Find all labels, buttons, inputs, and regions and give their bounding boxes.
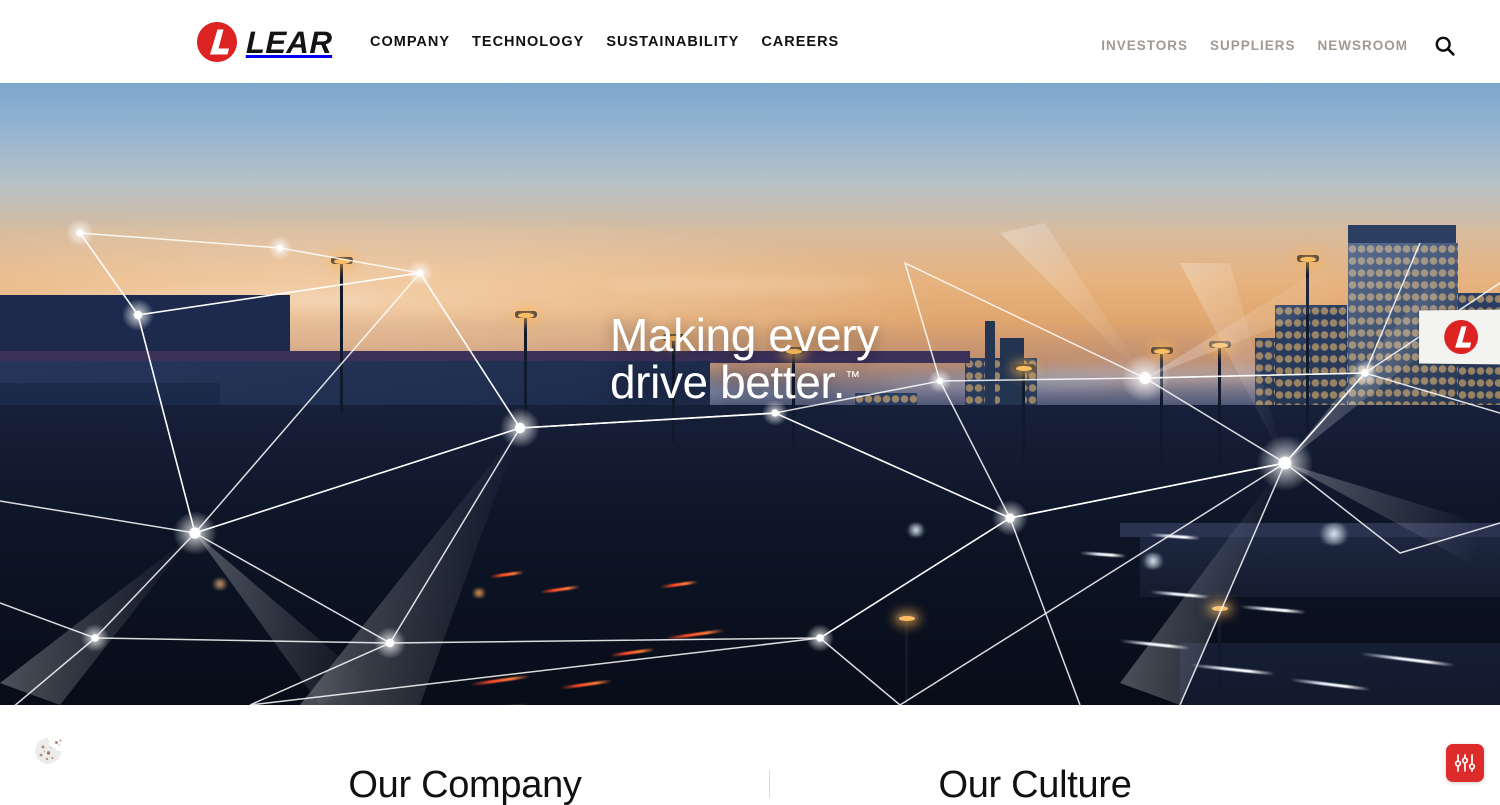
hero-headline-line-2: drive better. bbox=[610, 355, 846, 408]
site-logo-link[interactable]: LEAR bbox=[197, 22, 333, 62]
billboard-lear-l-circle-logo-icon bbox=[1444, 319, 1478, 355]
hero-banner: Making every drive better.™ bbox=[0, 83, 1500, 705]
nav-item-suppliers[interactable]: SUPPLIERS bbox=[1210, 37, 1296, 55]
nav-item-careers[interactable]: CAREERS bbox=[761, 33, 839, 51]
utility-navigation: INVESTORS SUPPLIERS NEWSROOM bbox=[1101, 33, 1458, 59]
trademark-symbol: ™ bbox=[845, 368, 861, 386]
search-icon bbox=[1435, 36, 1455, 56]
lear-l-circle-logo-icon bbox=[197, 22, 237, 62]
nav-item-company[interactable]: COMPANY bbox=[370, 33, 450, 51]
hero-headline-line-1: Making every bbox=[610, 309, 879, 361]
primary-navigation: COMPANY TECHNOLOGY SUSTAINABILITY CAREER… bbox=[370, 33, 839, 51]
cookie-icon bbox=[35, 738, 62, 764]
below-fold-section: Our Company Our Culture bbox=[0, 705, 1500, 805]
nav-item-investors[interactable]: INVESTORS bbox=[1101, 37, 1188, 55]
card-divider bbox=[769, 770, 770, 798]
hero-billboard bbox=[1419, 309, 1500, 365]
feature-card-our-culture[interactable]: Our Culture bbox=[805, 765, 1265, 805]
feature-card-our-company[interactable]: Our Company bbox=[235, 765, 695, 805]
feature-card-row: Our Company Our Culture bbox=[0, 765, 1500, 805]
accessibility-preferences-button[interactable] bbox=[1446, 744, 1484, 782]
search-button[interactable] bbox=[1432, 33, 1458, 59]
billboard-lear-l-glyph bbox=[1444, 319, 1478, 355]
hero-headline: Making every drive better.™ bbox=[610, 312, 1170, 406]
brand-wordmark: LEAR bbox=[245, 24, 333, 60]
nav-item-newsroom[interactable]: NEWSROOM bbox=[1318, 37, 1409, 55]
sliders-icon bbox=[1454, 754, 1476, 772]
lear-l-glyph bbox=[197, 22, 237, 62]
nav-item-technology[interactable]: TECHNOLOGY bbox=[472, 33, 584, 51]
site-header: LEAR COMPANY TECHNOLOGY SUSTAINABILITY C… bbox=[0, 0, 1500, 83]
cookie-preferences-button[interactable] bbox=[30, 733, 66, 769]
nav-item-sustainability[interactable]: SUSTAINABILITY bbox=[606, 33, 739, 51]
